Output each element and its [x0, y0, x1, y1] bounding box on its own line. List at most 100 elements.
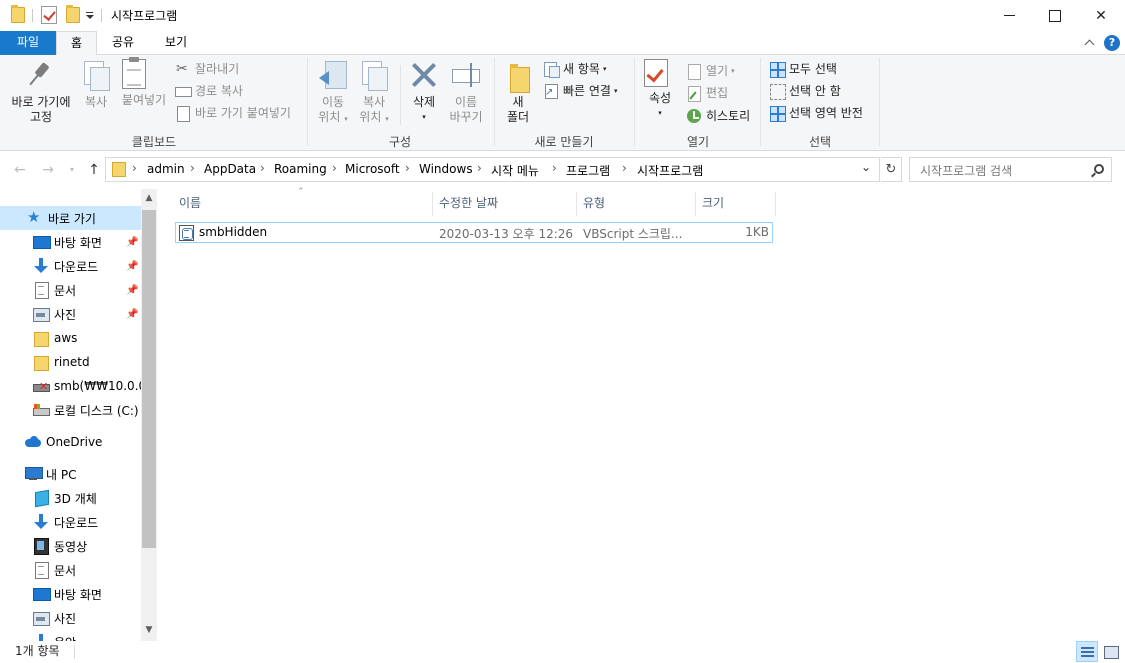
- search-box[interactable]: 시작프로그램 검색: [909, 157, 1112, 182]
- nav-quick-access[interactable]: 바로 가기: [0, 206, 141, 230]
- breadcrumb-separator-icon[interactable]: ›: [260, 161, 265, 175]
- paste-label: 붙여넣기: [121, 93, 167, 107]
- tab-view[interactable]: 보기: [152, 31, 200, 55]
- tab-share[interactable]: 공유: [102, 31, 144, 55]
- nav-smb-share[interactable]: smb(₩₩10.0.0.3: [0, 374, 141, 398]
- pin-quick-access-button[interactable]: 바로 가기에 고정: [4, 59, 78, 125]
- nav-pc-documents[interactable]: 문서: [0, 558, 141, 582]
- column-header-type[interactable]: 유형: [576, 189, 695, 217]
- cut-button[interactable]: 잘라내기: [175, 59, 239, 79]
- breadcrumb-admin[interactable]: admin: [147, 162, 185, 176]
- chevron-down-icon: ▾: [658, 109, 662, 117]
- breadcrumb-separator-icon[interactable]: ›: [622, 161, 627, 175]
- column-header-size[interactable]: 크기: [695, 189, 775, 217]
- history-button[interactable]: 히스토리: [686, 106, 750, 126]
- rename-button[interactable]: 이름 바꾸기: [446, 59, 486, 125]
- nav-documents[interactable]: 문서: [0, 278, 141, 302]
- new-item-button[interactable]: 새 항목 ▾: [543, 59, 606, 79]
- select-none-button[interactable]: 선택 안 함: [769, 81, 841, 101]
- column-divider[interactable]: [775, 192, 776, 216]
- pin-icon[interactable]: 📌: [126, 261, 138, 272]
- pin-icon[interactable]: 📌: [126, 285, 138, 296]
- breadcrumb-startup[interactable]: 시작프로그램: [637, 162, 703, 179]
- delete-icon: [408, 59, 440, 91]
- help-icon[interactable]: ?: [1104, 35, 1120, 51]
- minimize-button[interactable]: [986, 0, 1032, 31]
- large-icons-view-button[interactable]: [1099, 641, 1121, 662]
- nav-pictures[interactable]: 사진: [0, 302, 141, 326]
- back-button[interactable]: ←: [10, 160, 30, 180]
- pin-icon[interactable]: 📌: [126, 309, 138, 320]
- paste-button[interactable]: 붙여넣기: [118, 57, 170, 108]
- copy-path-button[interactable]: 경로 복사: [175, 81, 243, 101]
- breadcrumb-separator-icon[interactable]: ›: [552, 161, 557, 175]
- customize-quick-access-icon[interactable]: [85, 12, 94, 21]
- breadcrumb-microsoft[interactable]: Microsoft: [345, 162, 400, 176]
- forward-button[interactable]: →: [38, 160, 58, 180]
- chevron-down-icon: ▾: [731, 67, 735, 75]
- details-view-button[interactable]: [1076, 641, 1098, 662]
- breadcrumb-separator-icon[interactable]: ›: [190, 161, 195, 175]
- file-row[interactable]: smbHidden 2020-03-13 오후 12:26 VBScript 스…: [175, 222, 773, 243]
- properties-button[interactable]: 속성 ▾: [640, 59, 680, 121]
- scroll-down-icon[interactable]: ▼: [141, 625, 157, 635]
- search-input[interactable]: 시작프로그램 검색: [920, 162, 1012, 179]
- pin-icon[interactable]: 📌: [126, 237, 138, 248]
- nav-music[interactable]: 음악: [0, 630, 141, 641]
- nav-label: 바탕 화면: [54, 235, 102, 250]
- refresh-button[interactable]: ↻: [881, 157, 902, 182]
- new-folder-button[interactable]: 새 폴더: [498, 59, 538, 125]
- scroll-up-icon[interactable]: ▲: [141, 193, 157, 203]
- easy-access-button[interactable]: 빠른 연결 ▾: [543, 81, 618, 103]
- copy-button[interactable]: 복사: [78, 59, 114, 110]
- breadcrumb-separator-icon[interactable]: ›: [405, 161, 410, 175]
- move-to-button[interactable]: 이동 위치 ▾: [312, 59, 354, 127]
- select-all-button[interactable]: 모두 선택: [769, 59, 837, 79]
- address-bar[interactable]: › admin › AppData › Roaming › Microsoft …: [105, 157, 880, 182]
- nav-desktop[interactable]: 바탕 화면: [0, 230, 141, 254]
- invert-selection-button[interactable]: 선택 영역 반전: [769, 103, 863, 123]
- nav-label: OneDrive: [46, 435, 103, 449]
- nav-local-disk[interactable]: 로컬 디스크 (C:): [0, 398, 141, 422]
- tab-home[interactable]: 홈: [56, 31, 97, 56]
- breadcrumb-appdata[interactable]: AppData: [204, 162, 256, 176]
- nav-videos[interactable]: 동영상: [0, 534, 141, 558]
- breadcrumb-separator-icon[interactable]: ›: [332, 161, 337, 175]
- nav-onedrive[interactable]: OneDrive: [0, 430, 141, 454]
- address-history-button[interactable]: ⌄: [861, 160, 871, 174]
- tab-file[interactable]: 파일: [0, 31, 56, 55]
- paste-shortcut-button[interactable]: 바로 가기 붙여넣기: [175, 103, 291, 123]
- close-button[interactable]: ✕: [1078, 0, 1124, 31]
- breadcrumb-programs[interactable]: 프로그램: [566, 162, 610, 179]
- delete-button[interactable]: 삭제 ▾: [404, 59, 444, 125]
- breadcrumb-windows[interactable]: Windows: [419, 162, 473, 176]
- breadcrumb-start-menu[interactable]: 시작 메뉴: [491, 162, 539, 179]
- nav-this-pc[interactable]: 내 PC: [0, 462, 141, 486]
- nav-pc-desktop[interactable]: 바탕 화면: [0, 582, 141, 606]
- nav-3d-objects[interactable]: 3D 개체: [0, 486, 141, 510]
- new-folder-icon: [502, 59, 534, 93]
- select-none-icon: [769, 83, 786, 100]
- collapse-ribbon-icon[interactable]: [1083, 36, 1097, 50]
- breadcrumb-separator-icon[interactable]: ›: [477, 161, 482, 175]
- paste-shortcut-label: 바로 가기 붙여넣기: [195, 106, 291, 120]
- up-button[interactable]: ↑: [84, 160, 104, 180]
- breadcrumb-separator-icon[interactable]: ›: [132, 161, 137, 175]
- open-button[interactable]: 열기 ▾: [686, 61, 735, 81]
- new-folder-quick-icon[interactable]: [66, 5, 80, 23]
- recent-locations-button[interactable]: ▾: [62, 160, 82, 180]
- maximize-button[interactable]: [1032, 0, 1078, 31]
- copy-to-button[interactable]: 복사 위치 ▾: [354, 59, 394, 127]
- column-header-name[interactable]: 이름: [172, 189, 432, 217]
- scrollbar-thumb[interactable]: [142, 210, 156, 548]
- properties-quick-icon[interactable]: [41, 6, 57, 24]
- nav-downloads[interactable]: 다운로드: [0, 254, 141, 278]
- breadcrumb-roaming[interactable]: Roaming: [274, 162, 327, 176]
- document-icon: [33, 282, 49, 299]
- edit-button[interactable]: 편집: [686, 83, 728, 103]
- nav-rinetd[interactable]: rinetd: [0, 350, 141, 374]
- nav-pc-pictures[interactable]: 사진: [0, 606, 141, 630]
- nav-pc-downloads[interactable]: 다운로드: [0, 510, 141, 534]
- nav-aws[interactable]: aws: [0, 326, 141, 350]
- column-header-modified[interactable]: 수정한 날짜: [432, 189, 576, 217]
